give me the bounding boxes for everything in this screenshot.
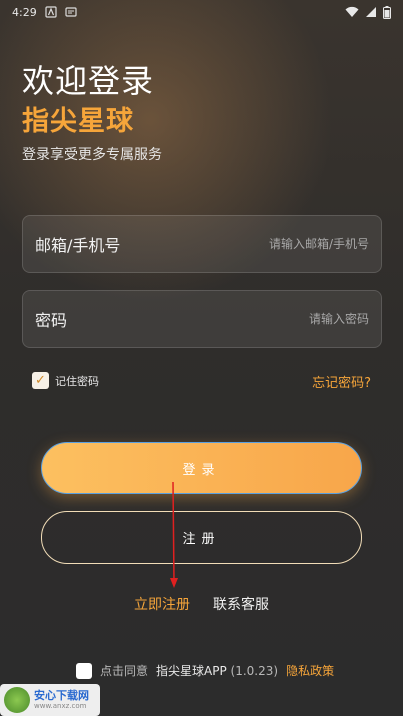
account-label: 邮箱/手机号	[35, 236, 121, 255]
status-time: 4:29	[12, 5, 37, 19]
password-field[interactable]: 密码	[22, 290, 382, 348]
signal-icon	[366, 7, 376, 17]
brand-name: 指尖星球	[22, 106, 134, 137]
remember-checkbox[interactable]: ✓	[32, 372, 49, 389]
agreement-row: 点击同意 指尖星球APP (1.0.23) 隐私政策	[76, 662, 334, 679]
message-icon	[65, 7, 77, 17]
quick-register-link[interactable]: 立即注册	[134, 594, 190, 614]
privacy-policy-link[interactable]: 隐私政策	[286, 662, 334, 679]
forgot-password-link[interactable]: 忘记密码?	[312, 372, 371, 391]
agreement-prefix: 点击同意	[100, 664, 149, 678]
agreement-version: (1.0.23)	[230, 664, 279, 678]
agreement-app-name: 指尖星球APP	[156, 664, 227, 678]
wifi-icon	[345, 6, 359, 17]
annotation-arrow	[170, 482, 178, 588]
remember-label: 记住密码	[55, 374, 99, 388]
remember-password[interactable]: ✓ 记住密码	[32, 372, 99, 389]
login-button[interactable]: 登录	[41, 442, 362, 494]
notification-a-icon	[45, 6, 57, 18]
password-input[interactable]	[219, 312, 369, 326]
check-icon: ✓	[35, 373, 46, 388]
agreement-checkbox[interactable]	[76, 662, 92, 679]
contact-service-link[interactable]: 联系客服	[213, 594, 269, 614]
battery-icon	[383, 5, 391, 19]
register-button[interactable]: 注册	[41, 511, 362, 564]
watermark-name: 安心下载网	[34, 688, 89, 702]
watermark-icon	[4, 687, 30, 713]
account-field[interactable]: 邮箱/手机号	[22, 215, 382, 273]
account-input[interactable]	[219, 237, 369, 251]
status-bar: 4:29	[0, 0, 403, 24]
page-subtitle: 登录享受更多专属服务	[22, 147, 162, 163]
password-label: 密码	[35, 311, 68, 330]
watermark-url: www.anxz.com	[34, 701, 87, 710]
watermark-logo: 安心下载网 www.anxz.com	[0, 684, 100, 716]
page-title: 欢迎登录	[22, 62, 155, 100]
